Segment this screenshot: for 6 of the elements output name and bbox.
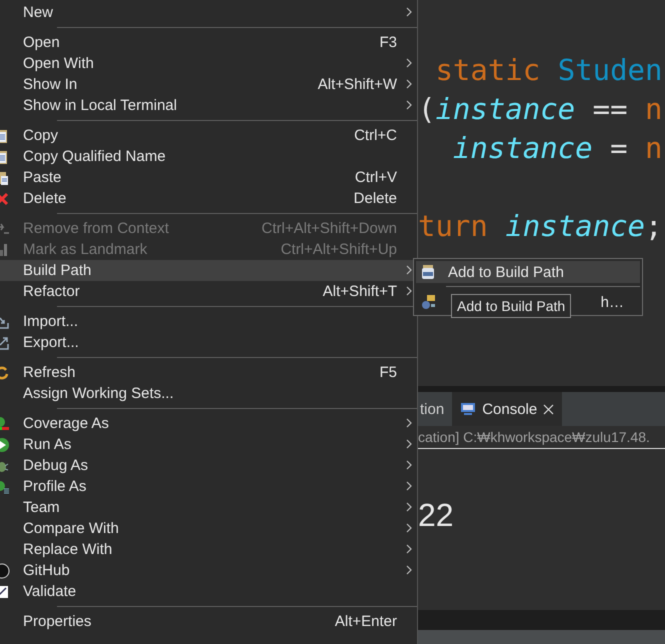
- code-line: instance = n: [452, 130, 664, 167]
- code-line: (instance == n: [418, 91, 664, 128]
- code-line: static Studen: [434, 52, 664, 89]
- code-line: turn instance;: [418, 208, 664, 245]
- console-output: 22: [418, 497, 455, 534]
- tooltip: Add to Build Path: [451, 294, 572, 318]
